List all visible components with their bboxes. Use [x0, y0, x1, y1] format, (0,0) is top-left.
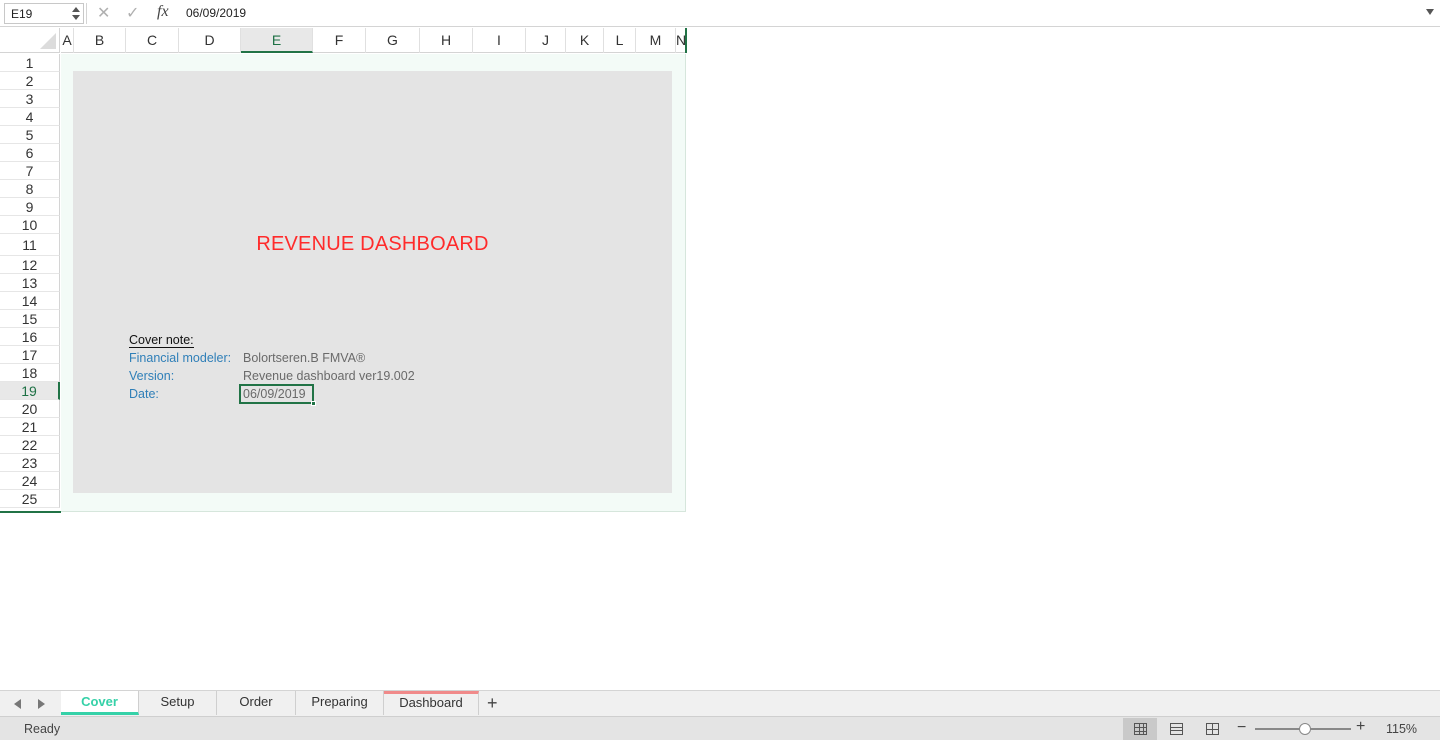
column-header-l[interactable]: L: [604, 28, 636, 53]
financial-modeler-value[interactable]: Bolortseren.B FMVA®: [243, 351, 365, 365]
tab-cover[interactable]: Cover: [61, 691, 139, 715]
column-header-c[interactable]: C: [126, 28, 179, 53]
cover-note-label: Cover note:: [129, 333, 194, 348]
scroll-right-icon[interactable]: [38, 699, 45, 709]
formula-bar-divider: [86, 3, 87, 24]
row-header-20[interactable]: 20: [0, 400, 60, 418]
column-header-end-marker: [685, 28, 687, 53]
page-layout-view-icon: [1170, 723, 1183, 735]
column-header-a[interactable]: A: [61, 28, 74, 53]
tab-dashboard[interactable]: Dashboard: [384, 691, 479, 715]
fill-handle[interactable]: [311, 401, 316, 406]
column-header-h[interactable]: H: [420, 28, 473, 53]
insert-function-icon[interactable]: fx: [157, 3, 169, 21]
column-header-d[interactable]: D: [179, 28, 241, 53]
row-header-14[interactable]: 14: [0, 292, 60, 310]
page-break-view-icon: [1206, 723, 1219, 735]
sheet-tab-bar: Cover Setup Order Preparing Dashboard +: [0, 690, 1440, 716]
row-header-6[interactable]: 6: [0, 144, 60, 162]
normal-view-icon: [1134, 723, 1147, 735]
page-title: REVENUE DASHBOARD: [256, 233, 489, 255]
row-header-12[interactable]: 12: [0, 256, 60, 274]
tab-setup[interactable]: Setup: [139, 691, 217, 715]
page-layout-view-button[interactable]: [1159, 718, 1193, 740]
normal-view-button[interactable]: [1123, 718, 1157, 740]
column-header-j[interactable]: J: [526, 28, 566, 53]
row-header-end-marker: [0, 511, 61, 513]
tab-order[interactable]: Order: [217, 691, 296, 715]
column-header-i[interactable]: I: [473, 28, 526, 53]
page-break-view-button[interactable]: [1195, 718, 1229, 740]
name-box-value[interactable]: E19: [11, 7, 32, 21]
tab-preparing[interactable]: Preparing: [296, 691, 384, 715]
formula-bar: E19 ✕ ✓ fx 06/09/2019: [0, 0, 1440, 27]
column-header-f[interactable]: F: [313, 28, 366, 53]
name-box[interactable]: E19: [4, 3, 84, 24]
status-text: Ready: [24, 722, 61, 736]
cancel-icon[interactable]: ✕: [97, 3, 110, 23]
chevron-down-icon[interactable]: [1426, 9, 1434, 15]
zoom-out-button[interactable]: −: [1237, 719, 1246, 737]
column-header-bar: ABCDEFGHIJKLMN: [61, 28, 687, 53]
row-header-5[interactable]: 5: [0, 126, 60, 144]
row-header-13[interactable]: 13: [0, 274, 60, 292]
column-header-b[interactable]: B: [74, 28, 126, 53]
row-header-24[interactable]: 24: [0, 472, 60, 490]
zoom-in-button[interactable]: +: [1356, 718, 1365, 736]
status-bar: Ready − + 115%: [0, 716, 1440, 740]
column-header-m[interactable]: M: [636, 28, 676, 53]
row-header-22[interactable]: 22: [0, 436, 60, 454]
date-label: Date:: [129, 387, 159, 401]
row-header-3[interactable]: 3: [0, 90, 60, 108]
row-header-23[interactable]: 23: [0, 454, 60, 472]
row-header-15[interactable]: 15: [0, 310, 60, 328]
worksheet-grid[interactable]: ABCDEFGHIJKLMN 1 2 3 4 5 6 7 8 9 10 11 12 13 14 15 16 17…: [0, 28, 1440, 690]
zoom-slider-thumb[interactable]: [1298, 723, 1311, 735]
zoom-level[interactable]: 115%: [1386, 722, 1417, 736]
add-sheet-button[interactable]: +: [487, 692, 498, 714]
version-value[interactable]: Revenue dashboard ver19.002: [243, 369, 415, 383]
row-header-1[interactable]: 1: [0, 54, 60, 72]
enter-icon[interactable]: ✓: [126, 3, 139, 23]
row-header-11[interactable]: 11: [0, 234, 60, 256]
column-header-e[interactable]: E: [241, 28, 313, 53]
row-header-17[interactable]: 17: [0, 346, 60, 364]
select-all-button[interactable]: [0, 28, 60, 53]
row-header-8[interactable]: 8: [0, 180, 60, 198]
row-header-19[interactable]: 19: [0, 382, 60, 400]
version-label: Version:: [129, 369, 175, 383]
active-cell-selection[interactable]: [239, 384, 316, 406]
name-box-stepper-icon[interactable]: [72, 4, 80, 23]
zoom-slider[interactable]: [1255, 723, 1351, 735]
row-header-7[interactable]: 7: [0, 162, 60, 180]
row-header-25[interactable]: 25: [0, 490, 60, 508]
cover-panel: REVENUE DASHBOARD Cover note: Financial …: [73, 71, 672, 493]
scroll-left-icon[interactable]: [14, 699, 21, 709]
financial-modeler-label: Financial modeler:: [129, 351, 232, 365]
row-header-10[interactable]: 10: [0, 216, 60, 234]
row-header-18[interactable]: 18: [0, 364, 60, 382]
column-header-k[interactable]: K: [566, 28, 604, 53]
formula-input[interactable]: 06/09/2019: [186, 6, 246, 20]
column-header-g[interactable]: G: [366, 28, 420, 53]
row-header-4[interactable]: 4: [0, 108, 60, 126]
row-header-2[interactable]: 2: [0, 72, 60, 90]
row-header-9[interactable]: 9: [0, 198, 60, 216]
row-header-16[interactable]: 16: [0, 328, 60, 346]
row-header-21[interactable]: 21: [0, 418, 60, 436]
sheet-used-range[interactable]: REVENUE DASHBOARD Cover note: Financial …: [61, 54, 686, 512]
